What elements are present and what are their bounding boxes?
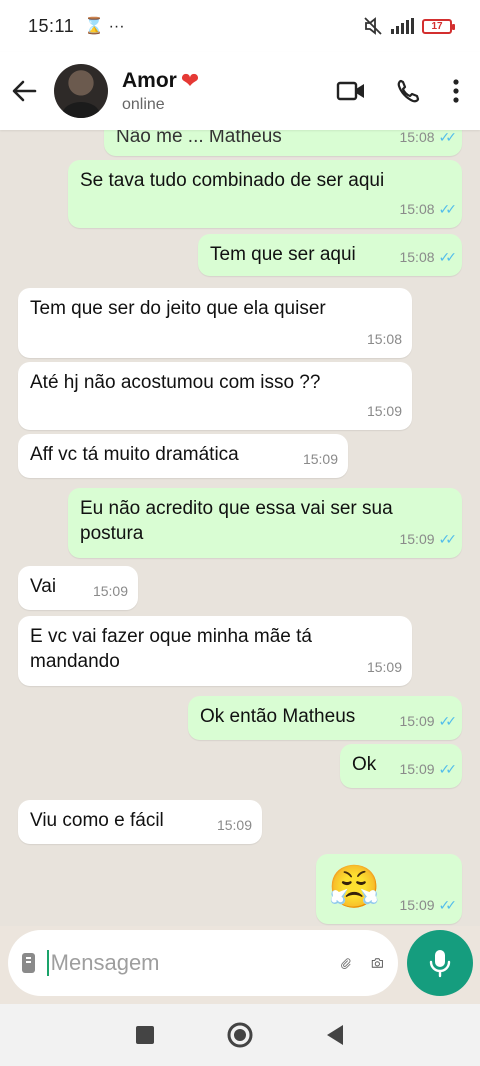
message-input[interactable] [46, 950, 339, 976]
message-meta: 15:09 [93, 579, 128, 604]
message-text: Vai [30, 576, 57, 597]
contact-name: Amor ❤ [122, 68, 199, 94]
status-right: 17 [363, 17, 455, 35]
message-time: 15:09 [399, 761, 435, 777]
message-bubble[interactable]: Aff vc tá muito dramática 15:09 [18, 434, 348, 478]
phone-icon[interactable] [396, 78, 422, 104]
message-bubble[interactable]: 😤 15:09 ✓✓ [316, 854, 462, 924]
status-time: 15:11 [28, 15, 75, 36]
arrow-left-icon [12, 80, 37, 102]
mute-icon [364, 17, 382, 35]
read-ticks-icon: ✓✓ [438, 130, 458, 145]
mic-button[interactable] [407, 930, 473, 996]
message-time: 15:09 [399, 897, 435, 913]
message-text: Tem que ser aqui [210, 244, 356, 265]
message-bubble[interactable]: Vai 15:09 [18, 566, 138, 610]
message-text: Ok [352, 754, 377, 775]
message-time: 15:08 [366, 331, 402, 347]
message-emoji: 😤 [328, 863, 381, 910]
read-ticks-icon: ✓✓ [438, 249, 458, 265]
message-text: Eu não acredito que essa vai ser sua pos… [80, 498, 393, 544]
camera-icon[interactable] [371, 950, 384, 976]
read-ticks-icon: ✓✓ [438, 713, 458, 729]
message-time: 15:09 [302, 451, 338, 467]
signal-icon [391, 18, 414, 34]
message-bubble[interactable]: Tem que ser aqui 15:08 ✓✓ [198, 234, 462, 276]
status-notification-icons: ⌛ ··· [84, 18, 125, 35]
message-text: Aff vc tá muito dramática [30, 444, 239, 465]
keyboard-icon[interactable] [22, 953, 35, 973]
message-bubble[interactable]: Eu não acredito que essa vai ser sua pos… [68, 488, 462, 558]
message-meta: 15:09 ✓✓ [399, 527, 458, 552]
read-ticks-icon: ✓✓ [438, 201, 458, 217]
read-ticks-icon: ✓✓ [438, 897, 458, 913]
message-bubble[interactable]: E vc vai fazer oque minha mãe tá mandand… [18, 616, 412, 686]
message-text: Ok então Matheus [200, 706, 356, 727]
system-nav-bar [0, 1004, 480, 1066]
read-ticks-icon: ✓✓ [438, 761, 458, 777]
chat-area[interactable]: Não me ... Matheus 15:08 ✓✓ Se tava tudo … [0, 130, 480, 926]
message-bubble[interactable]: Viu como e fácil 15:09 [18, 800, 262, 844]
message-text: Tem que ser do jeito que ela quiser [30, 298, 326, 319]
message-text: E vc vai fazer oque minha mãe tá mandand… [30, 626, 312, 672]
battery-icon: 17 [422, 18, 455, 34]
message-time: 15:09 [216, 817, 252, 833]
back-button[interactable] [10, 77, 38, 105]
recents-square-icon[interactable] [135, 1025, 155, 1045]
message-meta: 15:09 [217, 813, 252, 838]
message-meta: 15:09 [303, 447, 338, 472]
message-text: Viu como e fácil [30, 810, 164, 831]
message-meta: 15:09 [367, 655, 402, 680]
message-meta: 15:08 ✓✓ [399, 245, 458, 270]
message-meta: 15:08 ✓✓ [399, 197, 458, 222]
contact-status: online [122, 96, 165, 113]
status-bar: 15:11 ⌛ ··· 17 [0, 0, 480, 52]
message-bubble[interactable]: Tem que ser do jeito que ela quiser 15:0… [18, 288, 412, 358]
more-vert-icon[interactable] [452, 78, 460, 104]
message-meta: 15:08 ✓✓ [399, 130, 458, 150]
message-meta: 15:09 ✓✓ [399, 893, 458, 918]
message-meta: 15:09 ✓✓ [399, 757, 458, 782]
message-text: Não me ... Matheus [116, 130, 282, 147]
message-text: Se tava tudo combinado de ser aqui [80, 170, 385, 191]
message-text: Até hj não acostumou com isso ?? [30, 372, 321, 393]
message-bubble[interactable]: Ok 15:09 ✓✓ [340, 744, 462, 788]
paperclip-icon[interactable] [339, 948, 352, 978]
message-bubble[interactable]: Ok então Matheus 15:09 ✓✓ [188, 696, 462, 740]
video-call-icon[interactable] [336, 79, 366, 103]
heart-emoji: ❤ [180, 68, 200, 93]
avatar[interactable] [54, 64, 108, 118]
message-time: 15:08 [399, 201, 435, 217]
message-composer [8, 930, 398, 996]
message-time: 15:09 [92, 583, 128, 599]
header-actions [336, 78, 470, 104]
message-time: 15:09 [366, 403, 402, 419]
message-bubble[interactable]: Se tava tudo combinado de ser aqui 15:08… [68, 160, 462, 228]
message-time: 15:09 [399, 713, 435, 729]
message-time: 15:08 [399, 249, 435, 265]
mic-icon [429, 950, 451, 978]
back-triangle-icon[interactable] [325, 1024, 345, 1046]
message-bubble[interactable]: Até hj não acostumou com isso ?? 15:09 [18, 362, 412, 430]
contact-info[interactable]: Amor ❤ online [122, 68, 199, 114]
message-meta: 15:09 [367, 399, 402, 424]
message-bubble[interactable]: Não me ... Matheus 15:08 ✓✓ [104, 130, 462, 156]
contact-name-text: Amor [122, 69, 177, 92]
message-meta: 15:09 ✓✓ [399, 709, 458, 734]
message-time: 15:09 [399, 531, 435, 547]
message-time: 15:08 [399, 130, 435, 145]
read-ticks-icon: ✓✓ [438, 531, 458, 547]
message-meta: 15:08 [367, 327, 402, 352]
chat-header: Amor ❤ online [0, 52, 480, 130]
message-time: 15:09 [366, 659, 402, 675]
home-circle-icon[interactable] [226, 1021, 254, 1049]
